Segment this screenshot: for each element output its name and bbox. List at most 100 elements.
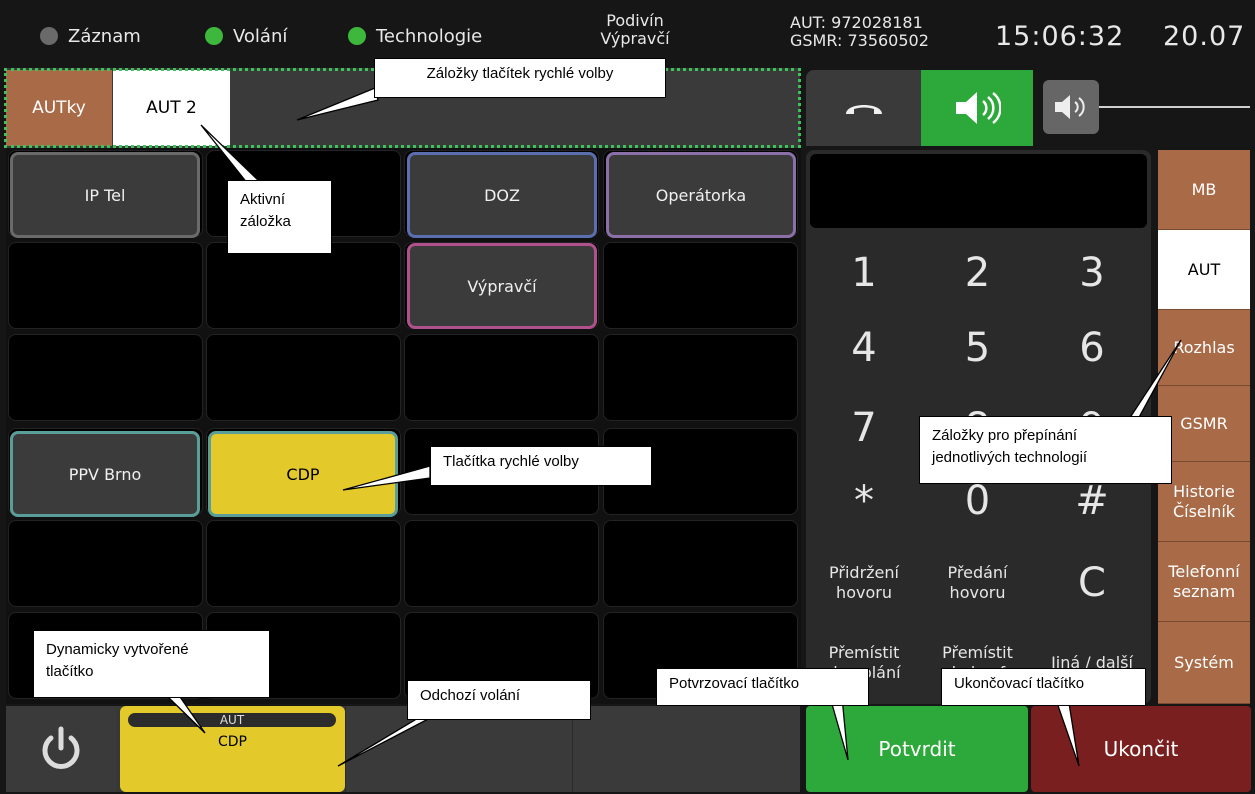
key-label: # [1075, 478, 1109, 524]
annotation-text: Odchozí volání [420, 687, 521, 704]
annotation-quick-buttons: Tlačítka rychlé volby [430, 446, 652, 486]
call-status-icon [205, 27, 223, 45]
quick-button-cdp[interactable]: CDP [208, 431, 398, 517]
key-label: Předání hovoru [947, 563, 1008, 602]
quick-button-doz[interactable]: DOZ [407, 152, 597, 238]
power-icon [42, 726, 80, 769]
quick-dial-empty-cell[interactable] [603, 334, 798, 421]
annotation-text: Potvrzovací tlačítko [669, 675, 800, 692]
call-slot-empty-2[interactable] [572, 706, 800, 792]
side-tab-system[interactable]: Systém [1158, 622, 1250, 704]
annotation-active-tab: Aktivní záložka [227, 180, 332, 254]
annotation-dynamic-button: Dynamicky vytvořené tlačítko [33, 630, 270, 698]
annotation-text: jednotlivých technologií [932, 449, 1088, 466]
technology-status-icon [348, 27, 366, 45]
outgoing-technology-tag: AUT [128, 713, 336, 727]
key-label: 5 [964, 325, 991, 371]
key-label: 0 [964, 478, 991, 524]
end-label: Ukončit [1103, 737, 1179, 761]
key-5[interactable]: 5 [921, 305, 1034, 391]
side-tab-aut[interactable]: AUT [1158, 230, 1250, 310]
clear-button[interactable]: C [1035, 545, 1149, 621]
volume-icon [1055, 95, 1085, 119]
quick-button-ppv-brno[interactable]: PPV Brno [10, 431, 200, 517]
volume-handle[interactable] [1043, 80, 1099, 134]
quick-dial-empty-cell[interactable] [404, 334, 599, 421]
annotation-confirm: Potvrzovací tlačítko [656, 668, 869, 706]
key-label: 7 [851, 405, 877, 451]
side-tab-rozhlas[interactable]: Rozhlas [1158, 310, 1250, 386]
gsmr-number: GSMR: 73560502 [790, 31, 929, 50]
side-tab-label: GSMR [1180, 413, 1228, 433]
indicator-label: Volání [233, 25, 288, 47]
aut-number: AUT: 972028181 [790, 13, 923, 32]
indicator-technology: Technologie [348, 24, 482, 48]
speaker-button[interactable] [921, 70, 1033, 146]
indicator-label: Záznam [68, 25, 141, 47]
key-label: 6 [1079, 325, 1105, 371]
annotation-outgoing: Odchozí volání [407, 680, 591, 720]
quick-dial-empty-cell[interactable] [206, 520, 401, 607]
volume-slider-track[interactable] [1099, 106, 1250, 108]
quick-dial-empty-cell[interactable] [8, 520, 203, 607]
annotation-text: Dynamicky vytvořené [46, 641, 189, 658]
annotation-text: záložka [240, 213, 291, 230]
quick-dial-empty-cell[interactable] [404, 520, 599, 607]
quick-dial-empty-cell[interactable] [603, 242, 798, 329]
key-2[interactable]: 2 [921, 230, 1034, 316]
quick-dial-empty-cell[interactable] [206, 334, 401, 421]
hangup-button[interactable] [806, 70, 921, 146]
button-label: DOZ [484, 185, 520, 205]
speaker-icon [956, 92, 1001, 124]
numbers: AUT: 972028181 GSMR: 73560502 [790, 14, 929, 50]
button-label: IP Tel [84, 185, 126, 205]
hold-call-button[interactable]: Přidržení hovoru [808, 545, 920, 621]
transfer-call-button[interactable]: Předání hovoru [921, 545, 1034, 621]
annotation-tech-tabs: Záložky pro přepínání jednotlivých techn… [919, 416, 1172, 484]
annotation-quick-tabs: Záložky tlačítek rychlé volby [374, 58, 666, 98]
key-3[interactable]: 3 [1035, 230, 1149, 316]
key-7[interactable]: 7 [808, 385, 920, 471]
location: Podivín Výpravčí [560, 12, 710, 48]
annotation-text: Tlačítka rychlé volby [443, 453, 579, 470]
quick-dial-empty-cell[interactable] [8, 242, 203, 329]
key-label: 4 [851, 325, 877, 371]
annotation-text: Ukončovací tlačítko [954, 675, 1085, 692]
annotation-text: tlačítko [46, 663, 94, 680]
clock-date: 20.07 [1163, 21, 1246, 52]
key-label: 1 [851, 250, 877, 296]
key-label: 3 [1079, 250, 1105, 296]
outgoing-call-button[interactable]: AUT CDP [120, 706, 345, 792]
side-tab-label: Historie Číselník [1172, 481, 1236, 521]
confirm-label: Potvrdit [878, 737, 956, 761]
power-button[interactable] [6, 706, 116, 792]
number-display [810, 154, 1147, 228]
quick-button-ip-tel[interactable]: IP Tel [10, 152, 200, 238]
annotation-end: Ukončovací tlačítko [941, 668, 1146, 706]
key-6[interactable]: 6 [1035, 305, 1149, 391]
key-4[interactable]: 4 [808, 305, 920, 391]
side-tab-telefonni-seznam[interactable]: Telefonní seznam [1158, 542, 1250, 622]
outgoing-call-label: CDP [218, 734, 247, 750]
end-button[interactable]: Ukončit [1031, 706, 1251, 792]
quick-dial-empty-cell[interactable] [206, 242, 401, 329]
hangup-icon [845, 105, 882, 114]
quick-button-operatorka[interactable]: Operátorka [606, 152, 796, 238]
side-tab-label: MB [1191, 179, 1217, 199]
quick-dial-empty-cell[interactable] [603, 520, 798, 607]
clock-time: 15:06:32 [995, 21, 1125, 52]
quick-button-vypravci[interactable]: Výpravčí [407, 243, 597, 329]
location-station: Podivín [606, 12, 664, 30]
side-tab-label: AUT [1187, 259, 1221, 279]
key-star[interactable]: * [808, 461, 920, 541]
button-label: Operátorka [655, 185, 747, 205]
key-label: 2 [964, 250, 991, 296]
confirm-button[interactable]: Potvrdit [806, 706, 1028, 792]
record-status-icon [40, 27, 58, 45]
side-tab-label: Systém [1174, 652, 1234, 672]
annotation-text: Aktivní [240, 191, 286, 208]
location-role: Výpravčí [600, 29, 670, 48]
quick-dial-empty-cell[interactable] [8, 334, 203, 421]
key-1[interactable]: 1 [808, 230, 920, 316]
side-tab-mb[interactable]: MB [1158, 150, 1250, 230]
